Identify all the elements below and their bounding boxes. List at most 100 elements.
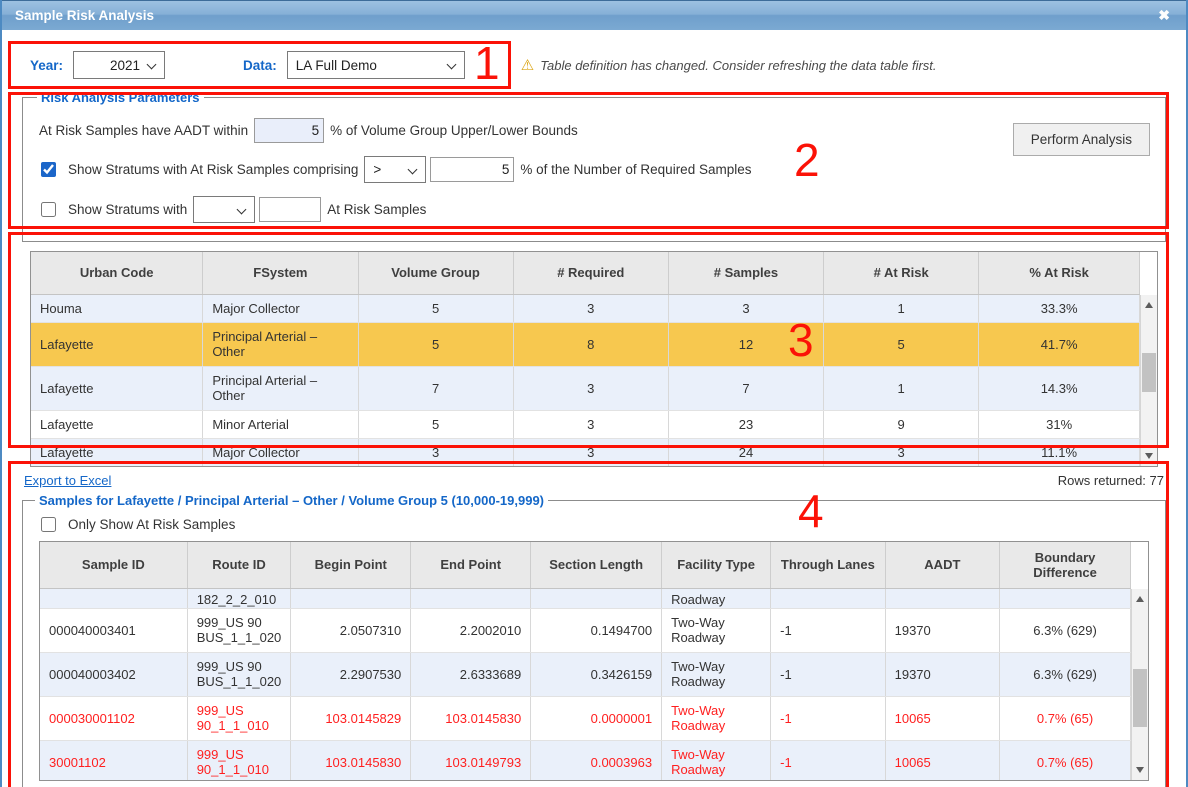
samples-legend: Samples for Lafayette / Principal Arteri… <box>35 493 548 508</box>
stratum-count-row: Show Stratums with At Risk Samples <box>39 196 1151 223</box>
table-cell: 5 <box>824 322 979 366</box>
table-cell <box>885 588 1000 608</box>
strata-table-row[interactable]: HoumaMajor Collector533133.3% <box>31 294 1140 322</box>
samples-fieldset: Samples for Lafayette / Principal Arteri… <box>22 493 1166 787</box>
table-cell: 999_US 90 BUS_1_1_020 <box>187 608 291 652</box>
table-cell: 8 <box>513 322 668 366</box>
table-cell: 2.2907530 <box>291 652 411 696</box>
table-cell: 1 <box>824 366 979 410</box>
strata-table-row[interactable]: LafayetteMinor Arterial5323931% <box>31 410 1140 438</box>
aadt-threshold-row: At Risk Samples have AADT within % of Vo… <box>39 118 1151 143</box>
data-select[interactable]: LA Full Demo <box>287 51 465 79</box>
table-cell: 3 <box>513 294 668 322</box>
column-header: Volume Group <box>358 252 513 294</box>
table-cell: Major Collector <box>203 294 358 322</box>
stratum-pct-prefix: Show Stratums with At Risk Samples compr… <box>68 162 358 177</box>
table-cell: 24 <box>668 438 823 466</box>
table-cell: Lafayette <box>31 410 203 438</box>
table-cell: -1 <box>771 652 886 696</box>
stratum-count-suffix: At Risk Samples <box>327 202 426 217</box>
samples-table-row: 30001102999_US 90_1_1_010103.0145830103.… <box>40 740 1131 781</box>
scroll-down-icon[interactable] <box>1145 453 1153 459</box>
stratum-pct-checkbox[interactable] <box>41 162 56 177</box>
table-cell: 14.3% <box>979 366 1140 410</box>
table-cell <box>40 588 187 608</box>
samples-table-container: Sample IDRoute IDBegin PointEnd PointSec… <box>39 541 1149 781</box>
rows-returned-label: Rows returned: 77 <box>1058 473 1164 488</box>
warning-text: Table definition has changed. Consider r… <box>540 58 936 73</box>
table-cell: 3 <box>513 410 668 438</box>
column-header: End Point <box>411 542 531 588</box>
table-cell: 0.3426159 <box>531 652 662 696</box>
table-cell: 000040003401 <box>40 608 187 652</box>
table-cell: 23 <box>668 410 823 438</box>
table-cell: 0.7% (65) <box>1000 696 1131 740</box>
table-cell: 999_US 90 BUS_1_1_020 <box>187 652 291 696</box>
table-cell: 12 <box>668 322 823 366</box>
table-cell: 10065 <box>885 740 1000 781</box>
column-header: # Samples <box>668 252 823 294</box>
aadt-threshold-suffix: % of Volume Group Upper/Lower Bounds <box>330 123 578 138</box>
table-cell: 10065 <box>885 696 1000 740</box>
stratum-count-prefix: Show Stratums with <box>68 202 187 217</box>
strata-table-row[interactable]: LafayetteMajor Collector3324311.1% <box>31 438 1140 466</box>
perform-analysis-button[interactable]: Perform Analysis <box>1013 123 1150 156</box>
strata-table-row[interactable]: LafayettePrincipal Arterial – Other58125… <box>31 322 1140 366</box>
table-cell: Principal Arterial – Other <box>203 322 358 366</box>
scroll-up-icon[interactable] <box>1145 302 1153 308</box>
table-cell: 103.0145829 <box>291 696 411 740</box>
column-header: Boundary Difference <box>1000 542 1131 588</box>
scroll-thumb[interactable] <box>1142 353 1156 392</box>
strata-table: Urban CodeFSystemVolume Group# Required#… <box>31 252 1140 467</box>
stratum-count-operator-select[interactable] <box>193 196 255 223</box>
export-row: Export to Excel Rows returned: 77 <box>24 473 1164 488</box>
stratum-pct-operator-value: > <box>373 162 381 177</box>
stratum-count-checkbox[interactable] <box>41 202 56 217</box>
table-cell: 19370 <box>885 652 1000 696</box>
table-cell: 30001102 <box>40 740 187 781</box>
table-cell: -1 <box>771 696 886 740</box>
table-cell: 2.2002010 <box>411 608 531 652</box>
table-cell: Two-Way Roadway <box>662 608 771 652</box>
table-cell <box>1000 588 1131 608</box>
scroll-up-icon[interactable] <box>1136 596 1144 602</box>
chevron-down-icon <box>147 60 157 70</box>
only-at-risk-label: Only Show At Risk Samples <box>68 517 235 532</box>
strata-scrollbar[interactable] <box>1140 295 1157 466</box>
dialog-content: Year: 2021 Data: LA Full Demo ⚠ Table de… <box>2 50 1186 787</box>
table-cell: Lafayette <box>31 322 203 366</box>
table-cell: 5 <box>358 294 513 322</box>
export-to-excel-link[interactable]: Export to Excel <box>24 473 111 488</box>
column-header: # Required <box>513 252 668 294</box>
table-cell: 31% <box>979 410 1140 438</box>
stratum-count-input[interactable] <box>259 197 321 222</box>
aadt-threshold-prefix: At Risk Samples have AADT within <box>39 123 248 138</box>
scroll-thumb[interactable] <box>1133 669 1147 726</box>
title-bar: Sample Risk Analysis ✖ <box>2 0 1186 30</box>
scroll-down-icon[interactable] <box>1136 767 1144 773</box>
column-header: Urban Code <box>31 252 203 294</box>
dialog-title: Sample Risk Analysis <box>2 1 1186 31</box>
table-cell: 9 <box>824 410 979 438</box>
table-cell: 2.0507310 <box>291 608 411 652</box>
table-cell: 19370 <box>885 608 1000 652</box>
strata-header-row: Urban CodeFSystemVolume Group# Required#… <box>31 252 1140 294</box>
table-cell: 3 <box>668 294 823 322</box>
only-at-risk-row: Only Show At Risk Samples <box>39 517 1153 532</box>
samples-scrollbar[interactable] <box>1131 589 1148 780</box>
stratum-pct-input[interactable] <box>430 157 514 182</box>
stratum-pct-operator-select[interactable]: > <box>364 156 426 183</box>
column-header: Route ID <box>187 542 291 588</box>
data-label: Data: <box>243 58 277 73</box>
close-icon[interactable]: ✖ <box>1158 7 1170 23</box>
risk-analysis-parameters-legend: Risk Analysis Parameters <box>37 90 204 105</box>
samples-table-row: 182_2_2_010Roadway <box>40 588 1131 608</box>
table-cell: 103.0145830 <box>411 696 531 740</box>
table-cell: 5 <box>358 410 513 438</box>
only-at-risk-checkbox[interactable] <box>41 517 56 532</box>
year-select[interactable]: 2021 <box>73 51 165 79</box>
aadt-threshold-input[interactable] <box>254 118 324 143</box>
table-cell: 3 <box>358 438 513 466</box>
strata-table-row[interactable]: LafayettePrincipal Arterial – Other73711… <box>31 366 1140 410</box>
table-cell: 33.3% <box>979 294 1140 322</box>
